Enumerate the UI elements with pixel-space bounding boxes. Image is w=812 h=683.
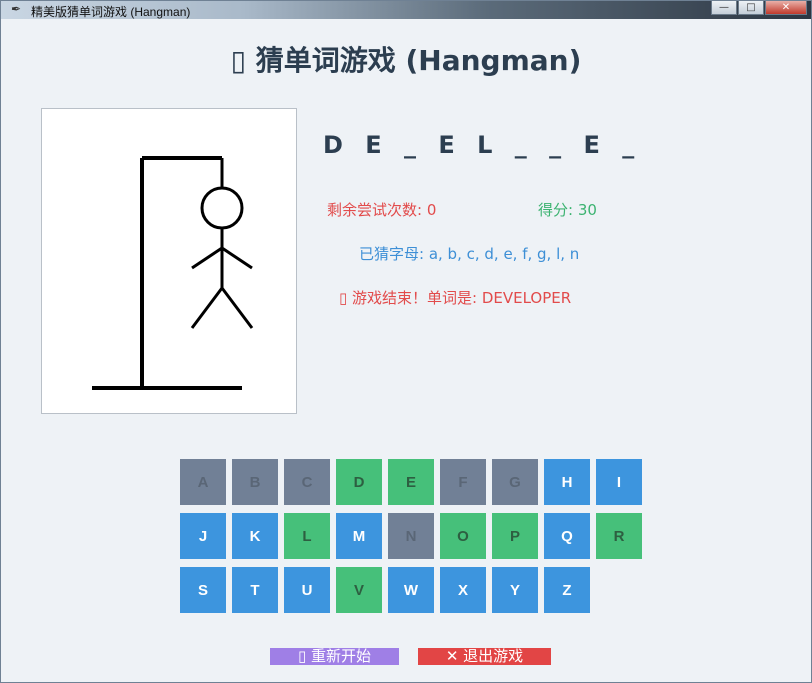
letter-key-q[interactable]: Q — [544, 513, 590, 559]
letter-key-o: O — [440, 513, 486, 559]
game-over-message: ▯ 游戏结束！单词是: DEVELOPER — [339, 289, 572, 307]
game-area: ▯ 猜单词游戏 (Hangman) D E _ E L _ _ E _ 剩余尝试… — [7, 21, 805, 677]
minimize-button[interactable]: — — [711, 1, 737, 15]
feather-icon: ✒ — [11, 2, 22, 16]
app-window: ✒ 精美版猜单词游戏 (Hangman) — □ ✕ ▯ 猜单词游戏 (Hang… — [0, 0, 812, 683]
letter-key-m[interactable]: M — [336, 513, 382, 559]
score-display: 得分: 30 — [538, 201, 597, 219]
letter-key-w[interactable]: W — [388, 567, 434, 613]
hangman-right-arm — [221, 246, 253, 270]
hangman-drawing — [92, 156, 254, 390]
game-title: ▯ 猜单词游戏 (Hangman) — [230, 44, 582, 77]
letter-key-d: D — [336, 459, 382, 505]
letter-key-p: P — [492, 513, 538, 559]
letter-key-g: G — [492, 459, 538, 505]
hangman-right-leg — [220, 287, 254, 329]
guessed-letters: 已猜字母: a, b, c, d, e, f, g, l, n — [359, 245, 580, 263]
letter-key-z[interactable]: Z — [544, 567, 590, 613]
letter-key-i[interactable]: I — [596, 459, 642, 505]
letter-keyboard: ABCDEFGHI JKLMNOPQR STUVWXYZ — [180, 459, 650, 621]
letter-key-h[interactable]: H — [544, 459, 590, 505]
maximize-button[interactable]: □ — [738, 1, 764, 15]
hangman-head — [200, 186, 244, 230]
quit-button[interactable]: ✕ 退出游戏 — [418, 648, 551, 665]
letter-key-s[interactable]: S — [180, 567, 226, 613]
keyboard-row: ABCDEFGHI — [180, 459, 650, 505]
letter-key-r: R — [596, 513, 642, 559]
letter-key-y[interactable]: Y — [492, 567, 538, 613]
letter-key-t[interactable]: T — [232, 567, 278, 613]
hangman-left-arm — [191, 246, 223, 270]
restart-button[interactable]: ▯ 重新开始 — [270, 648, 399, 665]
letter-key-c: C — [284, 459, 330, 505]
letter-key-e: E — [388, 459, 434, 505]
letter-key-k[interactable]: K — [232, 513, 278, 559]
letter-key-a: A — [180, 459, 226, 505]
word-display: D E _ E L _ _ E _ — [323, 131, 639, 159]
letter-key-l: L — [284, 513, 330, 559]
letter-key-f: F — [440, 459, 486, 505]
letter-key-b: B — [232, 459, 278, 505]
letter-key-j[interactable]: J — [180, 513, 226, 559]
close-window-button[interactable]: ✕ — [765, 1, 807, 15]
keyboard-row: JKLMNOPQR — [180, 513, 650, 559]
remaining-tries: 剩余尝试次数: 0 — [327, 201, 437, 219]
hangman-canvas — [41, 108, 297, 414]
title-bar[interactable]: ✒ 精美版猜单词游戏 (Hangman) — □ ✕ — [1, 1, 811, 19]
letter-key-u[interactable]: U — [284, 567, 330, 613]
letter-key-x[interactable]: X — [440, 567, 486, 613]
letter-key-v: V — [336, 567, 382, 613]
keyboard-row: STUVWXYZ — [180, 567, 650, 613]
hangman-left-leg — [190, 287, 224, 329]
letter-key-n: N — [388, 513, 434, 559]
window-title: 精美版猜单词游戏 (Hangman) — [31, 5, 191, 19]
window-controls: — □ ✕ — [710, 1, 807, 17]
